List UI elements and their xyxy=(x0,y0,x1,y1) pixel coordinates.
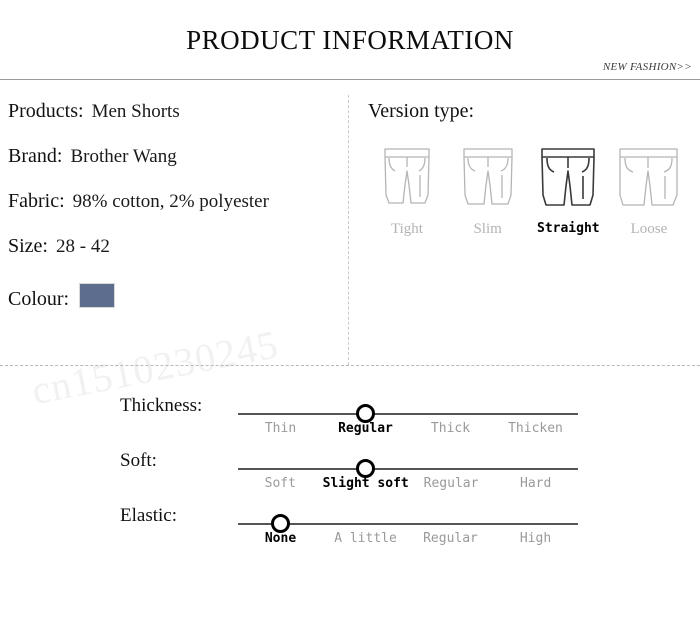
slider-tick-labels: None A little Regular High xyxy=(238,531,578,546)
slider-label: Elastic: xyxy=(120,505,177,526)
spec-row-fabric: Fabric: 98% cotton, 2% polyester xyxy=(8,190,338,235)
slider-tick[interactable]: High xyxy=(493,531,578,546)
slider-tick-labels: Soft Slight soft Regular Hard xyxy=(238,476,578,491)
page-header: PRODUCT INFORMATION NEW FASHION>> xyxy=(0,0,700,80)
spec-label: Fabric: xyxy=(8,190,65,212)
spec-value: 98% cotton, 2% polyester xyxy=(72,191,269,212)
spec-row-brand: Brand: Brother Wang xyxy=(8,145,338,190)
slider-row-thickness: Thickness: Thin Regular Thick Thicken xyxy=(0,395,700,450)
spec-row-colour: Colour: xyxy=(8,280,338,325)
slider-tick[interactable]: Thick xyxy=(408,421,493,436)
fit-option-label: Tight xyxy=(391,221,423,237)
product-spec-list: Products: Men Shorts Brand: Brother Wang… xyxy=(8,100,338,325)
shorts-icon xyxy=(368,141,446,213)
horizontal-divider xyxy=(0,365,700,366)
slider-track xyxy=(238,413,578,415)
slider-tick[interactable]: Soft xyxy=(238,476,323,491)
spec-label: Size: xyxy=(8,235,48,257)
slider-tick[interactable]: None xyxy=(238,531,323,546)
version-type-panel: Version type: Tight Slim Straight Loose xyxy=(368,100,698,238)
spec-label: Colour: xyxy=(8,288,70,310)
fit-option-straight[interactable]: Straight xyxy=(529,141,607,238)
spec-label: Products: xyxy=(8,100,84,122)
spec-label: Brand: xyxy=(8,145,63,167)
fit-option-loose[interactable]: Loose xyxy=(610,141,688,238)
slider-tick-labels: Thin Regular Thick Thicken xyxy=(238,421,578,436)
shorts-icon xyxy=(610,141,688,213)
slider-label: Thickness: xyxy=(120,395,203,416)
spec-value: Men Shorts xyxy=(91,101,180,122)
fit-option-label: Slim xyxy=(473,221,502,237)
fit-option-slim[interactable]: Slim xyxy=(449,141,527,238)
fit-option-label: Straight xyxy=(537,221,600,236)
attribute-sliders: Thickness: Thin Regular Thick Thicken So… xyxy=(0,395,700,560)
slider-tick[interactable]: A little xyxy=(323,531,408,546)
header-divider xyxy=(0,79,700,80)
spec-value: Brother Wang xyxy=(70,146,177,167)
spec-row-products: Products: Men Shorts xyxy=(8,100,338,145)
slider-tick[interactable]: Regular xyxy=(409,476,494,491)
fit-option-label: Loose xyxy=(630,221,668,237)
spec-row-size: Size: 28 - 42 xyxy=(8,235,338,280)
spec-value: 28 - 42 xyxy=(56,236,110,257)
slider-tick[interactable]: Hard xyxy=(493,476,578,491)
header-tagline: NEW FASHION>> xyxy=(602,61,692,73)
slider-tick[interactable]: Slight soft xyxy=(323,476,409,491)
fit-options-row: Tight Slim Straight Loose xyxy=(368,141,688,238)
slider-row-elastic: Elastic: None A little Regular High xyxy=(0,505,700,560)
page-title: PRODUCT INFORMATION xyxy=(186,25,514,55)
colour-swatch xyxy=(79,283,116,308)
shorts-icon xyxy=(449,141,527,213)
slider-tick[interactable]: Regular xyxy=(408,531,493,546)
slider-tick[interactable]: Thicken xyxy=(493,421,578,436)
vertical-divider xyxy=(348,95,349,365)
slider-label: Soft: xyxy=(120,450,157,471)
slider-track xyxy=(238,468,578,470)
slider-row-soft: Soft: Soft Slight soft Regular Hard xyxy=(0,450,700,505)
version-type-title: Version type: xyxy=(368,100,475,122)
shorts-icon xyxy=(529,141,607,213)
slider-tick[interactable]: Regular xyxy=(323,421,408,436)
fit-option-tight[interactable]: Tight xyxy=(368,141,446,238)
slider-tick[interactable]: Thin xyxy=(238,421,323,436)
